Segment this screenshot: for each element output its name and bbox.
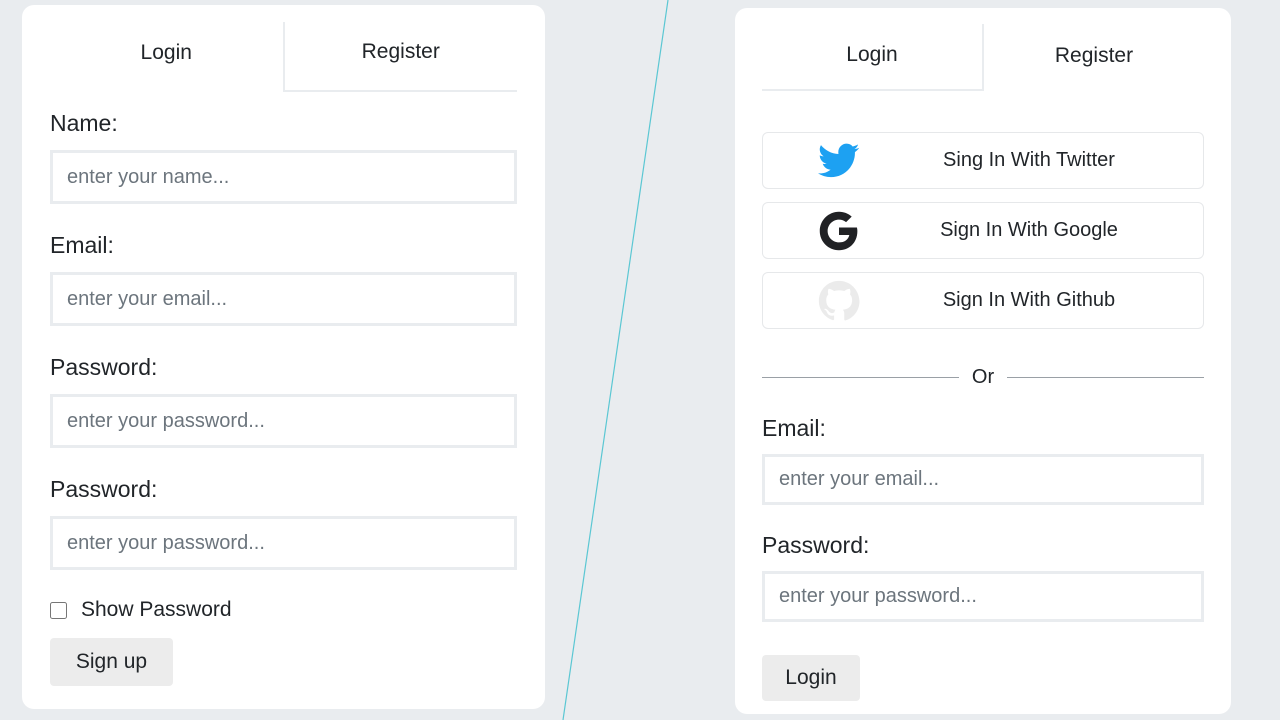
name-label: Name: [50,110,118,136]
name-input[interactable] [50,150,517,204]
password-input[interactable] [762,571,1204,622]
email-label: Email: [762,415,826,441]
twitter-signin-label: Sing In With Twitter [943,149,1115,171]
confirm-password-label: Password: [50,476,158,502]
twitter-icon [818,143,860,177]
confirm-password-input[interactable] [50,516,517,570]
page: Login Register Name: Email: Password: Pa… [0,0,1280,720]
password-label: Password: [762,532,870,558]
login-card: Login Register Sing In With Twitter Sign… [735,8,1231,714]
google-signin-label: Sign In With Google [940,219,1118,241]
github-signin-button[interactable]: Sign In With Github [762,272,1204,329]
auth-tabs: Login Register [50,22,517,92]
tab-register[interactable]: Register [984,24,1204,91]
show-password-checkbox[interactable] [50,601,67,619]
twitter-signin-button[interactable]: Sing In With Twitter [762,132,1204,189]
auth-tabs: Login Register [762,24,1204,91]
sign-up-button[interactable]: Sign up [50,638,173,686]
register-card: Login Register Name: Email: Password: Pa… [22,5,545,709]
social-login-list: Sing In With Twitter Sign In With Google… [762,132,1204,329]
separator-rule-right [1007,377,1204,378]
github-signin-label: Sign In With Github [942,289,1116,311]
google-signin-button[interactable]: Sign In With Google [762,202,1204,259]
password-label: Password: [50,354,158,380]
show-password-label: Show Password [81,598,232,621]
tab-login[interactable]: Login [50,22,285,92]
show-password-row: Show Password [50,598,517,622]
email-label: Email: [50,232,114,258]
password-input[interactable] [50,394,517,448]
email-input[interactable] [50,272,517,326]
email-input[interactable] [762,454,1204,505]
or-text: Or [971,366,995,388]
tab-login[interactable]: Login [762,24,984,91]
separator-rule-left [762,377,959,378]
or-separator: Or [762,366,1204,389]
google-icon [819,211,858,250]
login-button[interactable]: Login [762,655,860,701]
tab-register[interactable]: Register [284,22,517,92]
github-icon [818,280,860,320]
